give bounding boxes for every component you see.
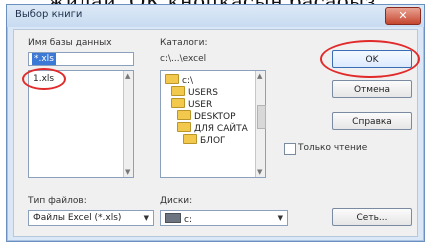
chevron-down-icon: ▼ [277, 214, 283, 222]
directory-tree-scrollbar[interactable]: ▲ ▼ [255, 71, 266, 177]
readonly-checkbox[interactable] [284, 143, 296, 155]
filetype-label: Тип файлов: [28, 196, 87, 206]
folder-icon [183, 134, 197, 144]
dir-item[interactable]: USER [171, 98, 212, 110]
db-name-input[interactable]: *.xls [28, 52, 134, 66]
network-button[interactable]: Сеть... [332, 208, 412, 226]
close-button[interactable]: ✕ [385, 7, 421, 25]
db-name-label: Имя базы данных [28, 38, 112, 48]
folder-icon [177, 110, 191, 120]
file-list-scrollbar[interactable]: ▲ ▼ [123, 71, 133, 177]
highlight-circle-ok [320, 40, 420, 78]
scroll-thumb[interactable] [257, 105, 266, 129]
drives-label: Диски: [160, 196, 193, 206]
drives-select[interactable]: c: ▼ [160, 210, 288, 226]
select-workbook-dialog: Выбор книги ✕ Имя базы данных *.xls 1.xl… [6, 4, 425, 242]
directory-tree[interactable]: c:\ USERS USER DESKTOP ДЛЯ САЙТА БЛОГ ▲ … [160, 70, 266, 178]
db-name-input-value: *.xls [32, 53, 56, 65]
chevron-down-icon: ▼ [143, 214, 149, 222]
filetype-value: Файлы Excel (*.xls) [33, 213, 122, 223]
scroll-up-icon[interactable]: ▲ [257, 72, 262, 80]
folder-icon [165, 74, 179, 84]
dir-item[interactable]: ДЛЯ САЙТА [177, 122, 248, 134]
dialog-title: Выбор книги [15, 9, 83, 20]
scroll-up-icon[interactable]: ▲ [125, 72, 130, 80]
close-icon: ✕ [398, 9, 408, 22]
filetype-select[interactable]: Файлы Excel (*.xls) ▼ [28, 210, 154, 226]
drive-icon [165, 213, 181, 223]
folder-icon [171, 98, 185, 108]
scroll-down-icon[interactable]: ▼ [257, 168, 262, 176]
dir-item[interactable]: DESKTOP [177, 110, 236, 122]
current-path: c:\...\excel [160, 54, 207, 64]
scroll-down-icon[interactable]: ▼ [125, 168, 130, 176]
folder-icon [171, 86, 185, 96]
dialog-titlebar: Выбор книги ✕ [7, 5, 424, 27]
catalogs-label: Каталоги: [160, 38, 208, 48]
cancel-button[interactable]: Отмена [332, 80, 412, 98]
highlight-circle-file [22, 68, 66, 90]
dir-item[interactable]: c:\ [165, 74, 193, 86]
drives-value: c: [165, 213, 192, 225]
dir-item[interactable]: USERS [171, 86, 218, 98]
help-button[interactable]: Справка [332, 112, 412, 130]
folder-icon [177, 122, 191, 132]
readonly-label: Только чтение [298, 143, 368, 153]
dialog-client-area: Имя базы данных *.xls 1.xls ▲ ▼ Каталоги… [13, 29, 420, 237]
dir-item[interactable]: БЛОГ [183, 134, 226, 146]
